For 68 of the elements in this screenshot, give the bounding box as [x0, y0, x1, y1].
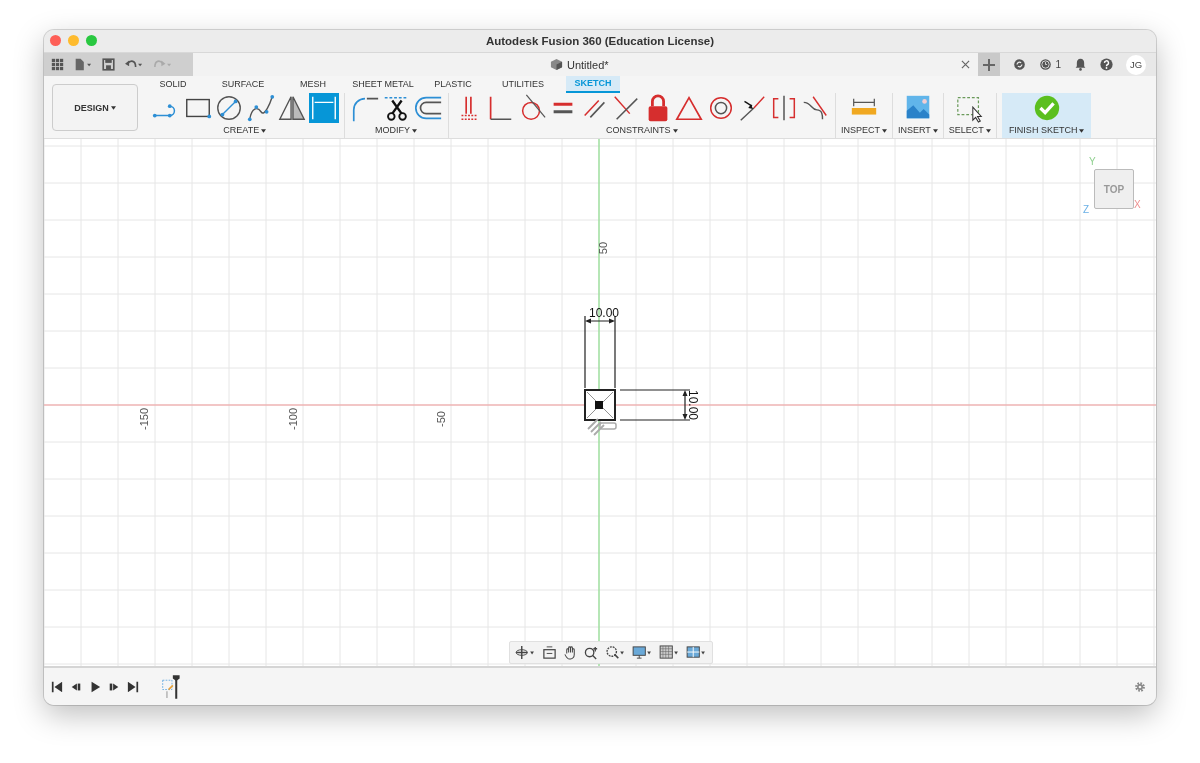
caret-icon	[932, 128, 938, 133]
display-icon[interactable]	[632, 645, 653, 660]
help-icon[interactable]	[1100, 58, 1113, 71]
save-icon[interactable]	[102, 58, 115, 71]
circle-tool-icon[interactable]	[214, 93, 244, 123]
window-title: Autodesk Fusion 360 (Education License)	[485, 35, 715, 47]
dimension-value[interactable]: 10.00	[589, 306, 619, 320]
caret-icon	[412, 128, 417, 133]
file-icon[interactable]	[73, 58, 93, 71]
y-axis-label: Y	[1089, 156, 1096, 167]
caret-icon	[985, 128, 991, 133]
x-axis-label: X	[1134, 199, 1141, 210]
skip-start-icon[interactable]	[51, 680, 63, 693]
zoom-window-icon[interactable]	[605, 645, 626, 660]
cube-icon	[550, 58, 563, 71]
tool-group-dropdown[interactable]: CONSTRAINTS	[606, 123, 678, 135]
close-button[interactable]	[50, 35, 61, 46]
constraint-glyph-icon	[587, 418, 617, 436]
document-tab[interactable]: Untitled*	[193, 53, 979, 76]
mirror-tool-icon[interactable]	[277, 93, 307, 123]
hand-icon[interactable]	[563, 645, 578, 660]
axis-label: 50	[597, 241, 609, 255]
zoom-icon[interactable]	[584, 645, 599, 660]
caret-icon	[672, 128, 678, 133]
new-tab-button[interactable]	[978, 53, 1001, 76]
close-icon[interactable]	[961, 60, 971, 69]
caret-icon	[1079, 128, 1085, 133]
app-grid-icon[interactable]	[51, 58, 64, 71]
z-axis-label: Z	[1083, 204, 1090, 215]
user-avatar[interactable]: JG	[1126, 54, 1146, 75]
settings-icon[interactable]	[1134, 680, 1146, 693]
viewports-icon[interactable]	[686, 645, 707, 660]
tool-group-dropdown[interactable]: INSERT	[898, 123, 938, 135]
job-status-button[interactable]: 1	[1039, 58, 1061, 71]
origin-point	[595, 401, 603, 409]
dimension-tool-icon[interactable]	[308, 93, 339, 123]
play-icon[interactable]	[89, 680, 101, 693]
toolbar-tab[interactable]: MESH	[278, 77, 348, 92]
axis-label: -150	[138, 408, 150, 430]
tool-group-dropdown[interactable]: INSPECT	[841, 123, 887, 135]
bell-icon[interactable]	[1074, 58, 1087, 71]
toolbar-tab[interactable]: UTILITIES	[488, 77, 558, 92]
sketch-timeline-marker-icon[interactable]	[161, 673, 183, 700]
toolbar-tab[interactable]: PLASTIC	[418, 77, 488, 92]
grid-icon[interactable]	[659, 645, 680, 660]
axis-label: -100	[287, 408, 299, 430]
look-at-icon[interactable]	[542, 645, 557, 660]
tool-group-dropdown[interactable]: CREATE	[223, 123, 267, 135]
toolbar-tab[interactable]: SHEET METAL	[348, 77, 418, 92]
refresh-icon[interactable]	[1013, 58, 1027, 71]
midpoint-tool-icon[interactable]	[737, 93, 767, 123]
axis-label: -50	[435, 411, 447, 427]
caret-icon	[261, 128, 267, 133]
document-title: Untitled*	[567, 58, 609, 71]
tool-group-dropdown[interactable]: FINISH SKETCH	[1008, 123, 1085, 135]
toolbar-tab[interactable]: SURFACE	[208, 77, 278, 92]
spline-tool-icon[interactable]	[245, 93, 276, 123]
dimension-value[interactable]: 10.00	[686, 390, 700, 420]
caret-icon	[110, 106, 116, 111]
tool-group-dropdown[interactable]: MODIFY	[375, 123, 417, 135]
caret-icon	[882, 128, 887, 133]
toolbar-tab[interactable]: SOLID	[138, 77, 208, 92]
plus-icon	[983, 58, 996, 71]
workspace-dropdown[interactable]: DESIGN	[52, 84, 138, 131]
skip-end-icon[interactable]	[127, 680, 139, 693]
tool-group-dropdown[interactable]: SELECT	[948, 123, 991, 135]
dimension-line	[619, 389, 691, 421]
orbit-icon[interactable]	[515, 645, 536, 660]
